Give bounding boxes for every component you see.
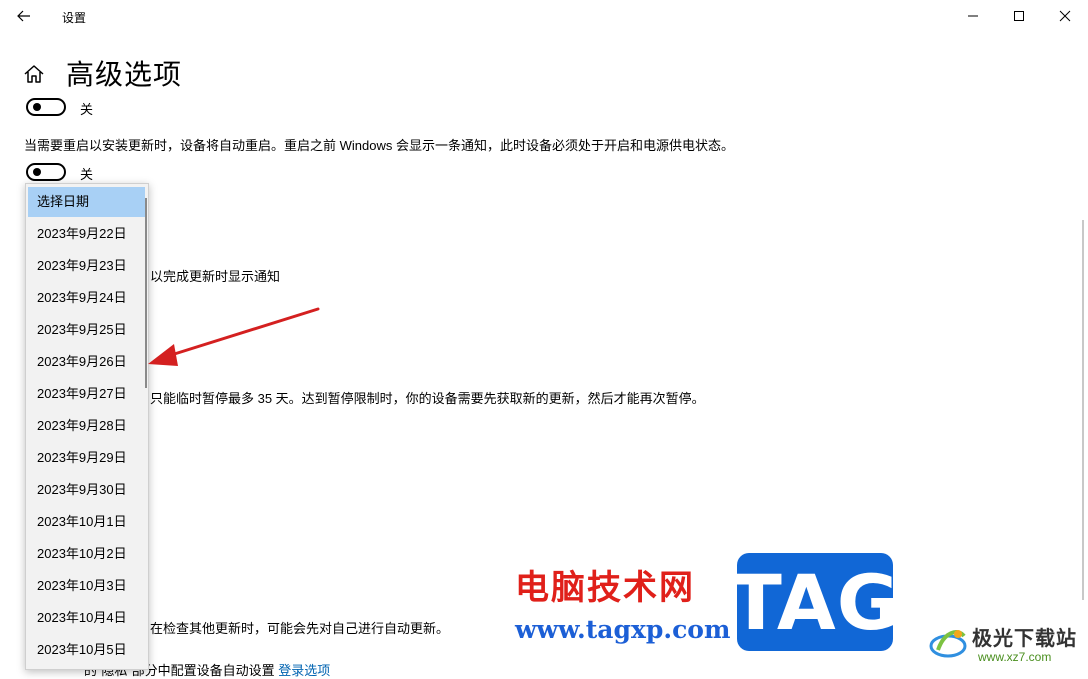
dropdown-option[interactable]: 2023年9月26日	[28, 347, 145, 377]
toggle-label-1: 关	[80, 102, 94, 117]
watermark-site-url: www.tagxp.com	[515, 615, 731, 644]
dropdown-option[interactable]: 2023年9月25日	[28, 315, 145, 345]
pause-limit-text: 只能临时暂停最多 35 天。达到暂停限制时，你的设备需要先获取新的更新，然后才能…	[150, 391, 705, 406]
dropdown-option[interactable]: 2023年9月22日	[28, 219, 145, 249]
dropdown-option[interactable]: 2023年9月27日	[28, 379, 145, 409]
toggle-knob	[33, 168, 41, 176]
maximize-button[interactable]	[996, 0, 1042, 32]
watermark-logo-url: www.xz7.com	[978, 650, 1052, 664]
dropdown-option[interactable]: 2023年10月3日	[28, 571, 145, 601]
minimize-button[interactable]	[950, 0, 996, 32]
back-button[interactable]	[12, 4, 36, 28]
self-update-text: 在检查其他更新时，可能会先对自己进行自动更新。	[150, 621, 450, 636]
dropdown-scrollbar[interactable]	[145, 198, 147, 388]
home-icon[interactable]	[22, 62, 46, 86]
page-scrollbar[interactable]	[1082, 220, 1084, 600]
restart-notice-text: 当需要重启以安装更新时，设备将自动重启。重启之前 Windows 会显示一条通知…	[24, 138, 734, 153]
maximize-icon	[1014, 11, 1024, 21]
toggle-switch-1[interactable]	[26, 98, 66, 116]
watermark-xz7-logo: 极光下载站 www.xz7.com	[928, 620, 1083, 668]
page-title: 高级选项	[66, 59, 183, 90]
toggle-label-2: 关	[80, 167, 94, 182]
close-button[interactable]	[1042, 0, 1088, 32]
arrow-left-icon	[17, 10, 30, 22]
dropdown-option[interactable]: 2023年10月5日	[28, 635, 145, 665]
minimize-icon	[968, 15, 978, 17]
window-title: 设置	[62, 11, 87, 25]
watermark-site-name: 电脑技术网	[515, 568, 695, 608]
dropdown-option[interactable]: 2023年9月30日	[28, 475, 145, 505]
dropdown-option[interactable]: 2023年9月29日	[28, 443, 145, 473]
notify-text: 以完成更新时显示通知	[150, 269, 281, 284]
title-bar: 设置	[0, 0, 1088, 32]
toggle-switch-2[interactable]	[26, 163, 66, 181]
dropdown-option[interactable]: 2023年10月1日	[28, 507, 145, 537]
pause-date-dropdown-list[interactable]: 选择日期 2023年9月22日 2023年9月23日 2023年9月24日 20…	[25, 183, 149, 670]
dropdown-option[interactable]: 2023年9月24日	[28, 283, 145, 313]
close-icon	[1059, 10, 1071, 22]
dropdown-option[interactable]: 2023年10月2日	[28, 539, 145, 569]
watermark-tag-logo: TAG	[730, 553, 899, 651]
toggle-knob	[33, 103, 41, 111]
dropdown-option[interactable]: 2023年9月28日	[28, 411, 145, 441]
watermark-logo-name: 极光下载站	[972, 628, 1077, 650]
dropdown-option[interactable]: 2023年10月4日	[28, 603, 145, 633]
sign-in-options-link[interactable]: 登录选项	[278, 663, 330, 678]
dropdown-option[interactable]: 2023年9月23日	[28, 251, 145, 281]
aurora-logo-icon	[929, 630, 967, 658]
dropdown-option[interactable]: 选择日期	[28, 187, 145, 217]
